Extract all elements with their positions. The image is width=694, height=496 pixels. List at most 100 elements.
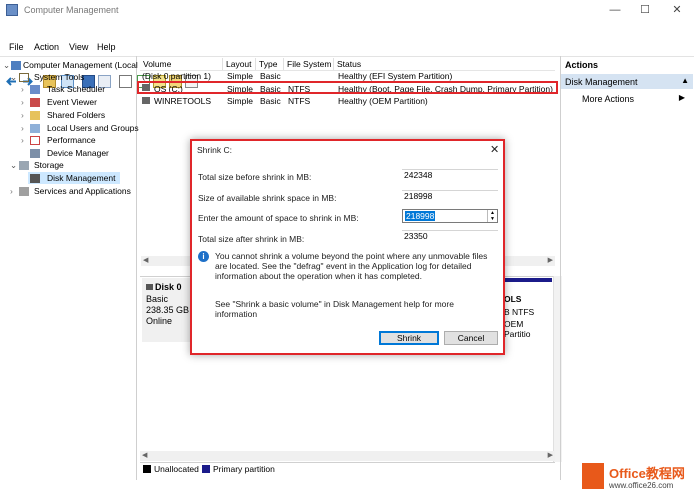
shrink-amount-input[interactable]: 218998 ▲ ▼ xyxy=(402,209,498,223)
tree-label-disk-management: Disk Management xyxy=(47,173,116,183)
users-icon xyxy=(30,124,40,133)
partition-status: OEM Partitio xyxy=(504,319,531,339)
total-before-value: 242348 xyxy=(402,169,498,180)
total-before-label: Total size before shrink in MB: xyxy=(198,172,312,182)
disk-management-icon xyxy=(30,174,40,183)
tree-label-event-viewer: Event Viewer xyxy=(47,97,97,107)
volume-layout: Simple xyxy=(227,73,253,81)
dialog-close-icon[interactable]: ✕ xyxy=(490,143,499,156)
volume-row[interactable]: (Disk 0 partition 1) Simple Basic Health… xyxy=(140,73,555,81)
legend-primary: Primary partition xyxy=(213,464,275,474)
computer-icon xyxy=(11,61,21,70)
close-button[interactable]: ✕ xyxy=(662,0,692,20)
volume-name: (Disk 0 partition 1) xyxy=(142,73,211,81)
volume-status: Healthy (OEM Partition) xyxy=(338,96,428,106)
disk-type: Basic xyxy=(146,294,169,304)
info-text: You cannot shrink a volume beyond the po… xyxy=(215,251,488,281)
volume-row[interactable]: WINRETOOLS Simple Basic NTFS Healthy (OE… xyxy=(140,96,555,107)
volume-layout: Simple xyxy=(227,96,253,106)
more-actions-label: More Actions xyxy=(582,94,635,104)
partition-size: B NTFS xyxy=(504,307,535,317)
minimize-button[interactable]: — xyxy=(600,0,630,20)
amount-label: Enter the amount of space to shrink in M… xyxy=(198,213,359,223)
tree-label-task-scheduler: Task Scheduler xyxy=(47,84,106,94)
primary-partition-swatch xyxy=(202,465,210,473)
title-bar: Computer Management — ☐ ✕ xyxy=(0,0,694,20)
column-volume[interactable]: Volume xyxy=(140,58,223,70)
window-title: Computer Management xyxy=(24,5,119,15)
menu-bar: File Action View Help xyxy=(0,20,694,52)
scroll-right-icon[interactable]: ▶ xyxy=(548,256,553,264)
tree-label-services: Services and Applications xyxy=(34,186,131,196)
maximize-button[interactable]: ☐ xyxy=(630,0,660,20)
tree-item-performance[interactable]: › Performance xyxy=(21,135,96,146)
legend-unallocated: Unallocated xyxy=(154,464,199,474)
disk-name: Disk 0 xyxy=(146,282,182,292)
tree-label-local-users: Local Users and Groups xyxy=(47,123,139,133)
tree-root[interactable]: ⌄ Computer Management (Local xyxy=(3,60,138,71)
scroll-right-icon[interactable]: ▶ xyxy=(548,451,553,459)
column-layout[interactable]: Layout xyxy=(223,58,256,70)
tree-label-performance: Performance xyxy=(47,135,96,145)
available-value: 218998 xyxy=(402,190,498,201)
spinner-arrows-icon[interactable]: ▲ ▼ xyxy=(487,210,497,222)
unallocated-swatch xyxy=(143,465,151,473)
tree-item-shared-folders[interactable]: › Shared Folders xyxy=(21,110,105,121)
dialog-title: Shrink C: xyxy=(197,145,232,155)
collapse-arrow-icon[interactable]: ▲ xyxy=(681,76,689,85)
disk-name-label: Disk 0 xyxy=(155,282,182,292)
computer-management-app-icon xyxy=(6,4,18,16)
tree-label-shared-folders: Shared Folders xyxy=(47,110,106,120)
watermark-brand: Office教程网 xyxy=(609,466,685,481)
office-logo-icon xyxy=(582,463,604,489)
total-after-label: Total size after shrink in MB: xyxy=(198,234,305,244)
tree-item-event-viewer[interactable]: › Event Viewer xyxy=(21,97,97,108)
volume-fs: NTFS xyxy=(288,96,311,106)
toolbar xyxy=(0,36,694,88)
tools-icon xyxy=(19,73,29,82)
tree-label-system-tools: System Tools xyxy=(34,72,85,82)
scroll-left-icon[interactable]: ◀ xyxy=(142,451,147,459)
disk-state: Online xyxy=(146,316,173,326)
more-actions-item[interactable]: More Actions ▶ xyxy=(561,92,693,106)
actions-disk-management-section[interactable]: Disk Management ▲ xyxy=(561,74,693,89)
tree-item-local-users[interactable]: › Local Users and Groups xyxy=(21,123,139,134)
column-status[interactable]: Status xyxy=(334,58,555,70)
tree-label-storage: Storage xyxy=(34,160,64,170)
tree-label-device-manager: Device Manager xyxy=(47,148,109,158)
tree-item-task-scheduler[interactable]: › Task Scheduler xyxy=(21,84,105,95)
tree-root-label: Computer Management (Local xyxy=(23,60,138,70)
scroll-left-icon[interactable]: ◀ xyxy=(143,256,148,264)
actions-header-label: Actions xyxy=(565,60,599,70)
task-scheduler-icon xyxy=(30,85,40,94)
volume-type: Basic xyxy=(260,96,281,106)
volume-type: Basic xyxy=(260,73,281,81)
info-icon: i xyxy=(198,251,209,262)
watermark-url: www.office26.com xyxy=(609,481,674,490)
tree-item-storage[interactable]: ⌄ Storage xyxy=(10,160,64,171)
shrink-button[interactable]: Shrink xyxy=(379,331,439,345)
help-text: See "Shrink a basic volume" in Disk Mana… xyxy=(215,299,454,319)
tree-item-system-tools[interactable]: ⌄ System Tools xyxy=(10,72,136,83)
column-type[interactable]: Type xyxy=(256,58,284,70)
disk-size: 238.35 GB xyxy=(146,305,190,315)
tree-item-services[interactable]: › Services and Applications xyxy=(10,186,131,197)
disk-view-horizontal-scrollbar[interactable]: ◀ ▶ xyxy=(140,451,555,461)
actions-pane xyxy=(560,56,694,480)
device-manager-icon xyxy=(30,149,40,158)
services-icon xyxy=(19,187,29,196)
column-file-system[interactable]: File System xyxy=(284,58,334,70)
tree-item-disk-management[interactable]: Disk Management xyxy=(28,172,120,184)
event-viewer-icon xyxy=(30,98,40,107)
partition-winretools[interactable]: OLS B NTFS OEM Partitio xyxy=(500,278,552,342)
actions-header: Actions xyxy=(561,58,694,72)
performance-icon xyxy=(30,136,40,145)
volume-list-header: Volume Layout Type File System Status xyxy=(140,58,555,71)
cancel-button[interactable]: Cancel xyxy=(444,331,498,345)
actions-section-label: Disk Management xyxy=(565,77,638,87)
partition-name: OLS xyxy=(504,294,522,304)
volume-status: Healthy (EFI System Partition) xyxy=(338,73,453,81)
shrink-amount-value: 218998 xyxy=(405,211,436,221)
available-label: Size of available shrink space in MB: xyxy=(198,193,337,203)
chevron-right-icon: ▶ xyxy=(678,93,685,102)
